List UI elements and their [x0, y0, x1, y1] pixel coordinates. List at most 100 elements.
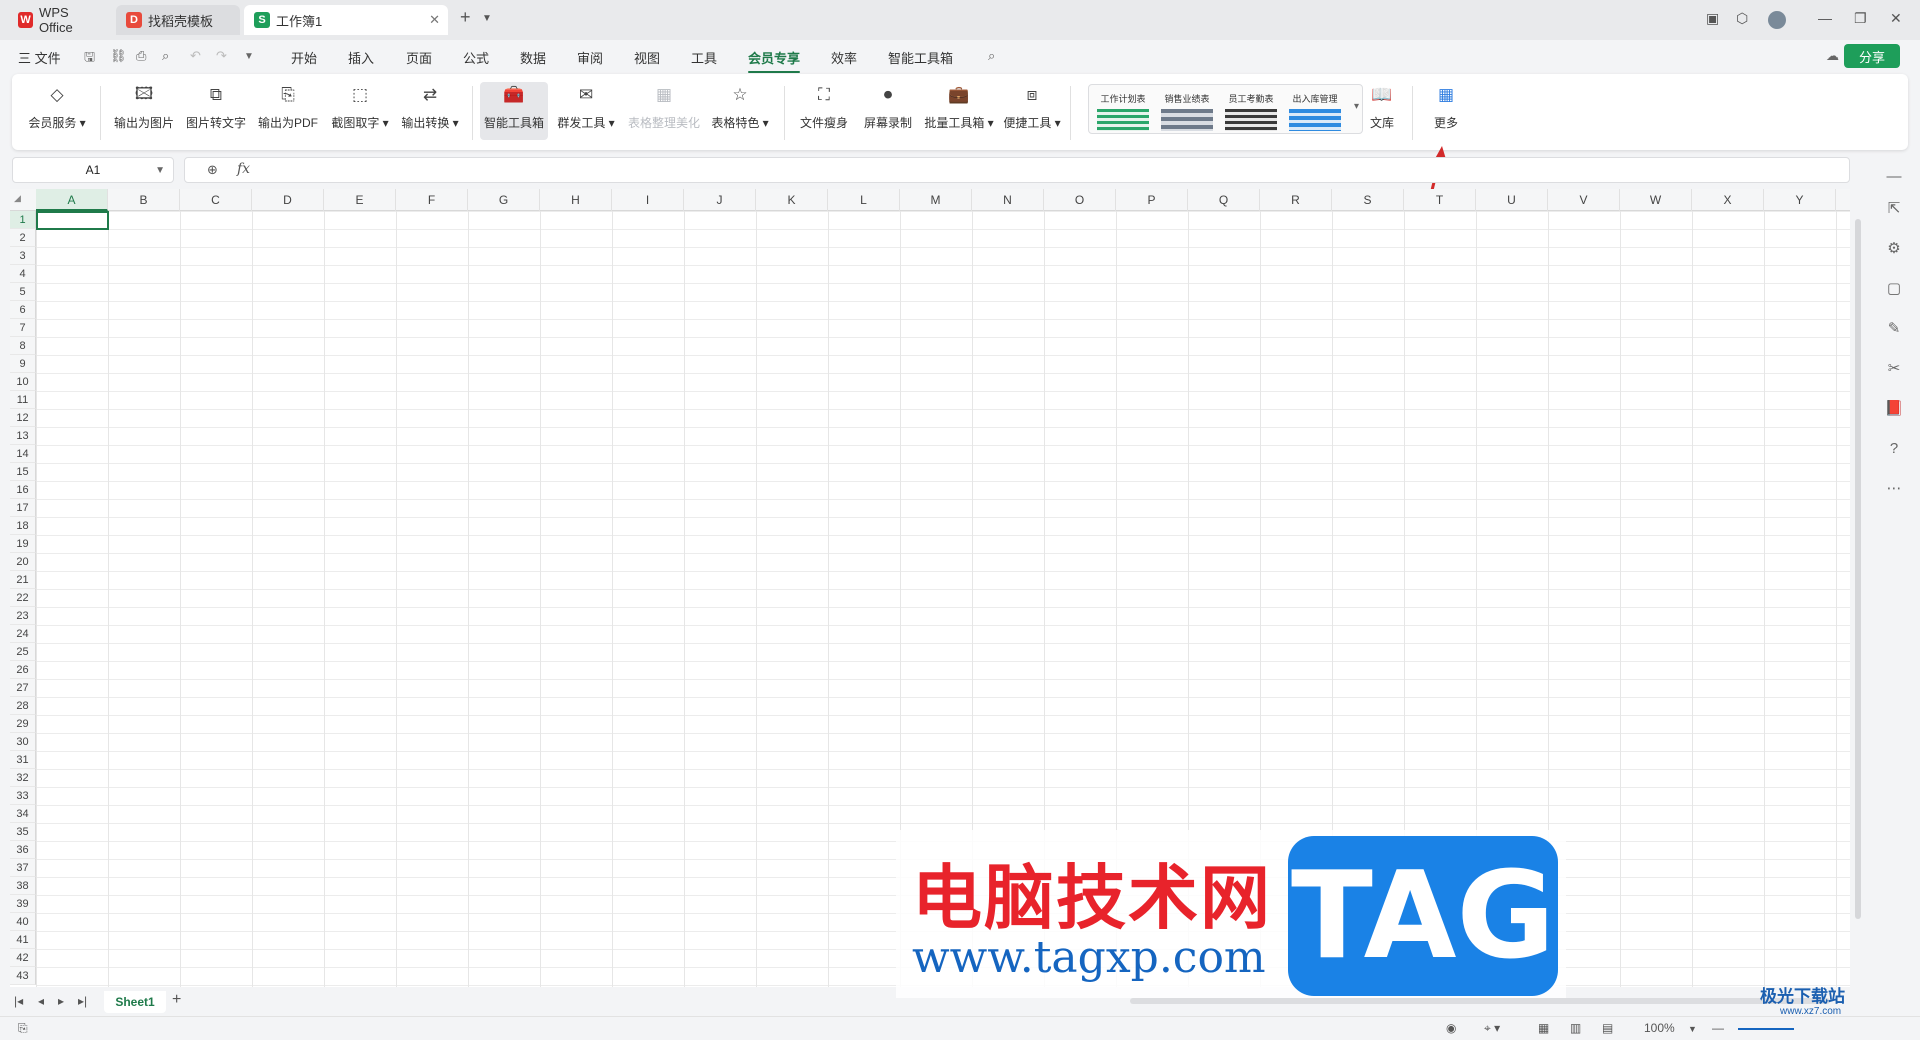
row-header[interactable]: 28 — [10, 697, 36, 715]
export-pdf-button[interactable]: ⎘ 输出为PDF — [256, 82, 320, 140]
row-header[interactable]: 14 — [10, 445, 36, 463]
tab-docer[interactable]: D 找稻壳模板 — [116, 5, 240, 35]
undo-icon[interactable]: ↶ — [190, 48, 201, 64]
search-icon[interactable]: ⌕ — [988, 48, 995, 64]
menu-efficiency[interactable]: 效率 — [831, 48, 857, 67]
column-header[interactable]: P — [1116, 189, 1188, 211]
horizontal-scrollbar[interactable] — [1130, 998, 1830, 1004]
screenshot-text-button[interactable]: ⬚ 截图取字 ▾ — [328, 82, 392, 140]
cloud-icon[interactable]: ☁ — [1826, 48, 1839, 64]
collapse-icon[interactable]: — — [1882, 164, 1906, 188]
zoom-out-icon[interactable]: — — [1712, 1021, 1724, 1035]
row-header[interactable]: 41 — [10, 931, 36, 949]
member-service-button[interactable]: ◇ 会员服务 ▾ — [26, 82, 88, 140]
row-header[interactable]: 38 — [10, 877, 36, 895]
image-to-text-button[interactable]: ⧉ 图片转文字 — [184, 82, 248, 140]
menu-home[interactable]: 开始 — [291, 48, 317, 67]
avatar[interactable] — [1768, 11, 1786, 29]
menu-formula[interactable]: 公式 — [463, 48, 489, 67]
column-header[interactable]: Y — [1764, 189, 1836, 211]
zoom-dropdown-icon[interactable]: ▼ — [1688, 1024, 1697, 1034]
zoom-formula-icon[interactable]: ⊕ — [207, 162, 218, 178]
column-header[interactable]: A — [36, 189, 108, 211]
row-header[interactable]: 3 — [10, 247, 36, 265]
column-header[interactable]: T — [1404, 189, 1476, 211]
chevron-down-icon[interactable]: ▼ — [482, 13, 492, 24]
output-convert-button[interactable]: ⇄ 输出转换 ▾ — [398, 82, 462, 140]
close-window-icon[interactable]: ✕ — [1890, 10, 1902, 27]
layout-icon[interactable]: ▣ — [1706, 10, 1719, 27]
row-header[interactable]: 30 — [10, 733, 36, 751]
tools-icon[interactable]: ✂ — [1882, 356, 1906, 380]
row-header[interactable]: 33 — [10, 787, 36, 805]
row-header[interactable]: 22 — [10, 589, 36, 607]
column-header[interactable]: K — [756, 189, 828, 211]
row-header[interactable]: 7 — [10, 319, 36, 337]
row-header[interactable]: 40 — [10, 913, 36, 931]
column-header[interactable]: E — [324, 189, 396, 211]
close-tab-icon[interactable]: ✕ — [429, 12, 440, 28]
column-header[interactable]: O — [1044, 189, 1116, 211]
zoom-slider[interactable] — [1738, 1028, 1794, 1030]
row-header[interactable]: 13 — [10, 427, 36, 445]
book-icon[interactable]: 📕 — [1882, 396, 1906, 420]
menu-smart-toolbox[interactable]: 智能工具箱 — [888, 48, 953, 67]
menu-tools[interactable]: 工具 — [691, 48, 717, 67]
row-header[interactable]: 26 — [10, 661, 36, 679]
template-attendance[interactable]: 员工考勤表 — [1221, 89, 1281, 131]
export-image-button[interactable]: 🖾 输出为图片 — [112, 82, 176, 140]
zoom-level[interactable]: 100% — [1644, 1021, 1675, 1035]
row-header[interactable]: 10 — [10, 373, 36, 391]
library-button[interactable]: 📖 文库 — [1358, 82, 1406, 140]
row-header[interactable]: 2 — [10, 229, 36, 247]
template-inventory[interactable]: 出入库管理 — [1285, 89, 1345, 131]
restore-icon[interactable]: ❐ — [1854, 10, 1867, 27]
row-header[interactable]: 21 — [10, 571, 36, 589]
row-header[interactable]: 4 — [10, 265, 36, 283]
print-preview-icon[interactable]: ⌕ — [162, 48, 169, 64]
row-header[interactable]: 6 — [10, 301, 36, 319]
sliders-icon[interactable]: ⚙ — [1882, 236, 1906, 260]
more-icon[interactable]: ⋯ — [1882, 476, 1906, 500]
column-header[interactable]: U — [1476, 189, 1548, 211]
column-header[interactable]: S — [1332, 189, 1404, 211]
sheet-tab[interactable]: Sheet1 — [104, 991, 166, 1013]
comment-icon[interactable]: ▢ — [1882, 276, 1906, 300]
select-cursor-icon[interactable]: ⇱ — [1882, 196, 1906, 220]
file-menu[interactable]: 三 文件 — [18, 48, 61, 67]
menu-view[interactable]: 视图 — [634, 48, 660, 67]
column-header[interactable]: M — [900, 189, 972, 211]
column-header[interactable]: V — [1548, 189, 1620, 211]
column-header[interactable]: R — [1260, 189, 1332, 211]
row-header[interactable]: 37 — [10, 859, 36, 877]
minimize-icon[interactable]: — — [1818, 10, 1832, 26]
row-header[interactable]: 8 — [10, 337, 36, 355]
tab-workbook[interactable]: S 工作簿1 ✕ — [244, 5, 448, 35]
cube-icon[interactable]: ⬡ — [1736, 10, 1748, 27]
column-header[interactable]: D — [252, 189, 324, 211]
row-header[interactable]: 34 — [10, 805, 36, 823]
column-header[interactable]: G — [468, 189, 540, 211]
row-header[interactable]: 39 — [10, 895, 36, 913]
edit-icon[interactable]: ✎ — [1882, 316, 1906, 340]
page-layout-icon[interactable]: ▥ — [1570, 1021, 1581, 1035]
row-header[interactable]: 20 — [10, 553, 36, 571]
template-work-plan[interactable]: 工作计划表 — [1093, 89, 1153, 131]
quick-access-dropdown-icon[interactable]: ▼ — [244, 51, 254, 62]
redo-icon[interactable]: ↷ — [216, 48, 227, 64]
menu-data[interactable]: 数据 — [520, 48, 546, 67]
formula-input[interactable]: ⊕ fx — [184, 157, 1850, 183]
scrollbar-thumb[interactable] — [1855, 219, 1861, 919]
column-header[interactable]: X — [1692, 189, 1764, 211]
column-header[interactable]: C — [180, 189, 252, 211]
menu-insert[interactable]: 插入 — [348, 48, 374, 67]
row-header[interactable]: 18 — [10, 517, 36, 535]
active-cell[interactable] — [36, 211, 109, 230]
column-header[interactable]: H — [540, 189, 612, 211]
row-header[interactable]: 35 — [10, 823, 36, 841]
function-icon[interactable]: fx — [237, 161, 250, 177]
row-header[interactable]: 17 — [10, 499, 36, 517]
row-header[interactable]: 25 — [10, 643, 36, 661]
more-button[interactable]: ▦ 更多 — [1422, 82, 1470, 140]
share-button[interactable]: 分享 — [1844, 44, 1900, 68]
